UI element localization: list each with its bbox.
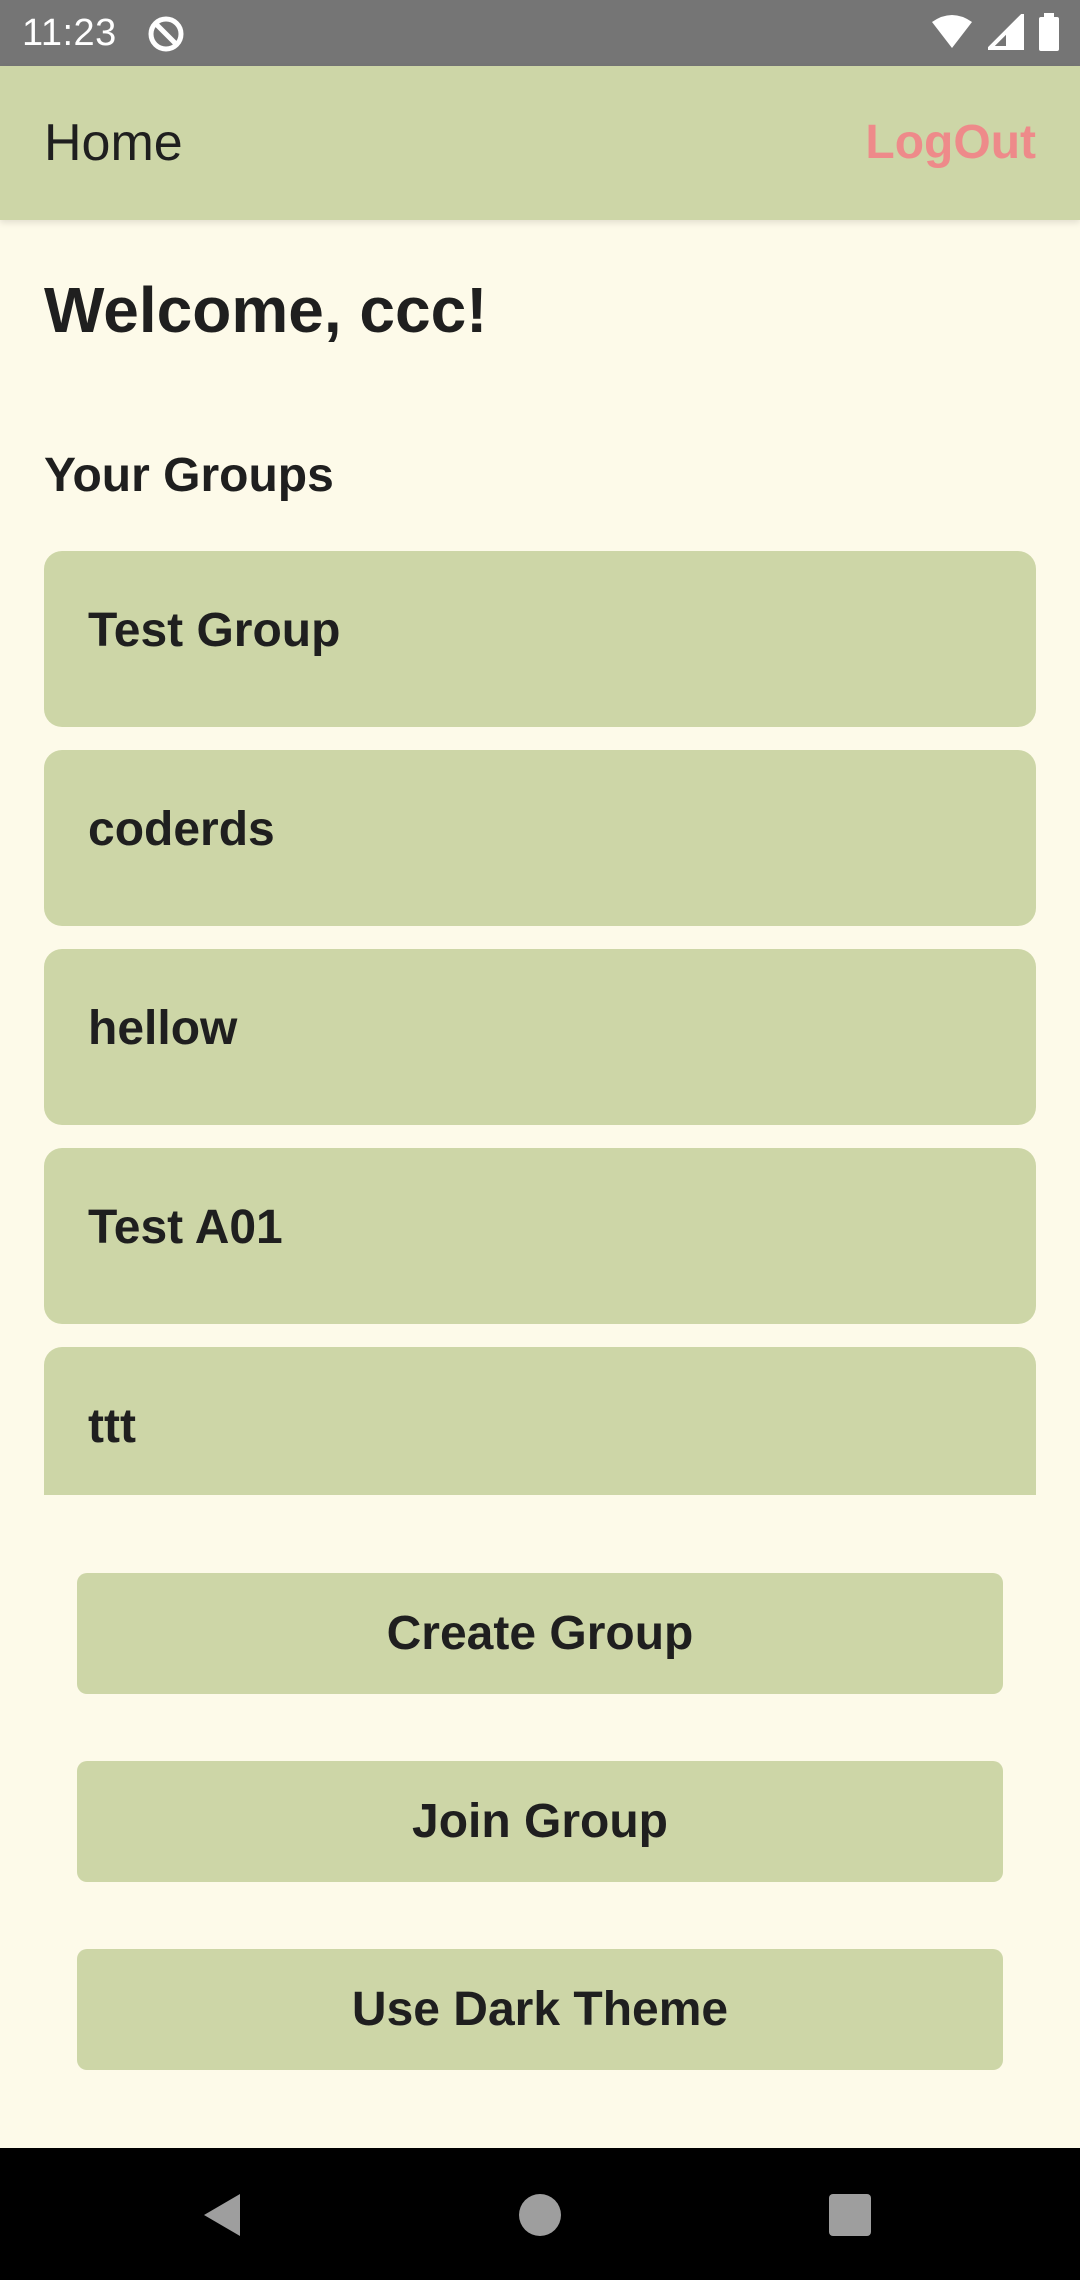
groups-list[interactable]: Test Group coderds hellow Test A01 ttt <box>44 551 1036 1495</box>
create-group-button[interactable]: Create Group <box>77 1573 1003 1694</box>
group-card[interactable]: ttt <box>44 1347 1036 1495</box>
group-name: ttt <box>88 1400 136 1453</box>
group-name: Test Group <box>88 604 341 657</box>
status-icons <box>930 10 1060 56</box>
welcome-heading: Welcome, ccc! <box>44 274 488 346</box>
status-bar: 11:23 <box>0 0 1080 66</box>
status-time: 11:23 <box>22 12 117 54</box>
group-name: Test A01 <box>88 1201 283 1254</box>
dark-theme-button[interactable]: Use Dark Theme <box>77 1949 1003 2070</box>
group-card[interactable]: Test A01 <box>44 1148 1036 1324</box>
page-title: Home <box>44 114 183 172</box>
group-card[interactable]: hellow <box>44 949 1036 1125</box>
group-name: coderds <box>88 803 275 856</box>
group-card[interactable]: coderds <box>44 750 1036 926</box>
app-bar: Home LogOut <box>0 66 1080 220</box>
wifi-icon <box>930 14 974 55</box>
group-name: hellow <box>88 1002 238 1055</box>
logout-button[interactable]: LogOut <box>865 66 1036 220</box>
groups-heading: Your Groups <box>44 449 334 502</box>
battery-icon <box>1038 12 1060 56</box>
navigation-bar <box>0 2148 1080 2280</box>
cell-signal-icon <box>985 10 1024 55</box>
join-group-button[interactable]: Join Group <box>77 1761 1003 1882</box>
back-icon[interactable] <box>200 2192 244 2238</box>
recents-icon[interactable] <box>829 2194 871 2236</box>
group-card[interactable]: Test Group <box>44 551 1036 727</box>
sync-icon <box>146 14 186 54</box>
home-icon[interactable] <box>519 2194 561 2236</box>
